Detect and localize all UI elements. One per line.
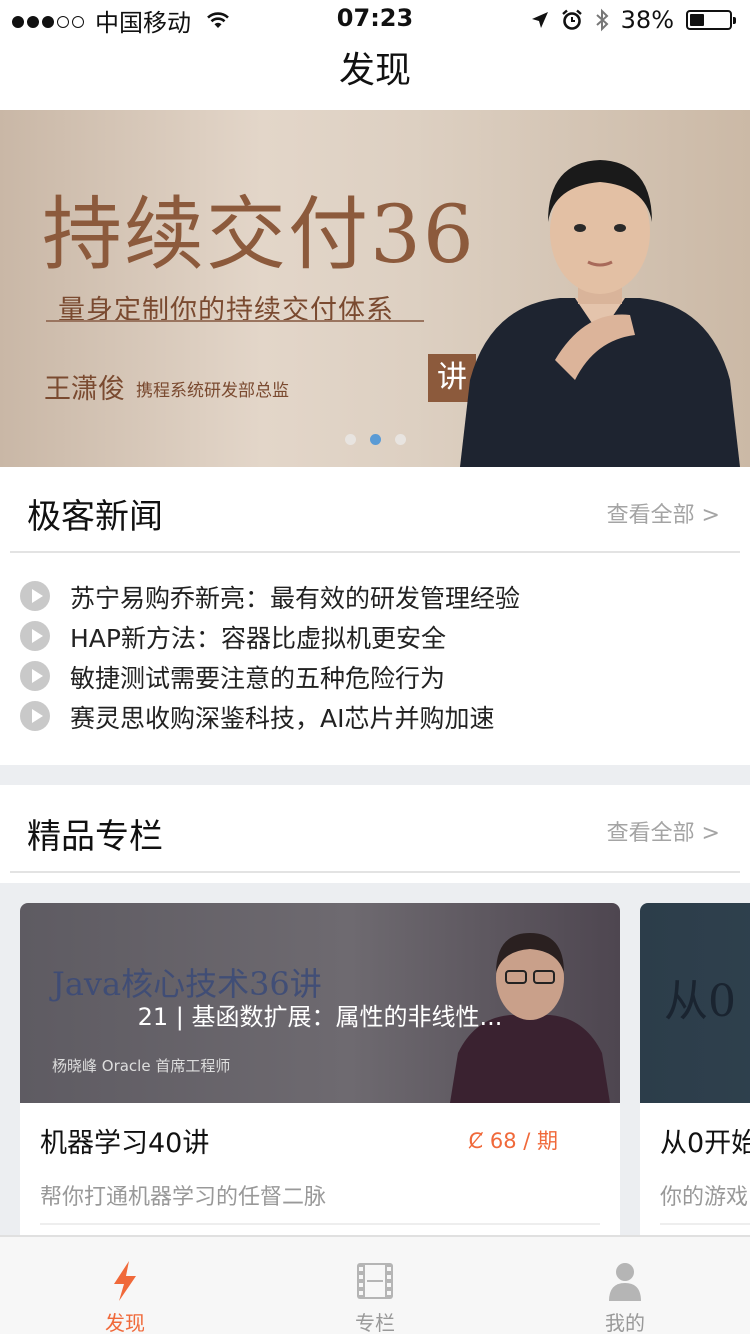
tab-columns[interactable]: 专栏 [250,1237,500,1334]
tab-label: 专栏 [355,1311,395,1334]
news-item-text: 苏宁易购乔新亮：最有效的研发管理经验 [70,584,521,613]
battery-icon [686,10,736,30]
column-card[interactable]: 从0 从0开始 你的游戏 [640,903,750,1235]
play-icon [20,661,50,691]
column-name: 从0开始 [660,1128,750,1159]
column-cover-image: 从0 [640,903,750,1103]
news-title: 极客新闻 [27,497,163,537]
tab-mine[interactable]: 我的 [500,1237,750,1334]
film-icon [357,1263,393,1299]
alarm-icon [561,9,582,30]
premium-columns-section: 精品专栏 查看全部 > [0,785,750,883]
status-right: 38% [519,6,736,34]
banner-title: 持续交付36 [42,188,476,281]
geek-news-section: 极客新闻 查看全部 > 苏宁易购乔新亮：最有效的研发管理经验 HAP新方法：容器… [0,467,750,765]
tab-bar: 发现 专栏 我的 [0,1235,750,1334]
tab-label: 发现 [105,1311,145,1334]
play-icon [20,621,50,651]
signal-icon [12,6,87,34]
news-item[interactable]: HAP新方法：容器比虚拟机更安全 [0,617,750,657]
wifi-icon [207,12,229,28]
card-divider [660,1223,750,1225]
location-icon [531,12,548,28]
carousel-dot[interactable] [394,434,406,445]
news-view-all-link[interactable]: 查看全部 > [607,497,720,529]
column-name: 机器学习40讲 [40,1128,210,1159]
news-header: 极客新闻 查看全部 > [10,467,740,553]
status-bar: 中国移动 07:23 38% [0,0,750,40]
cover-title: 从0 [664,976,736,1027]
banner-author: 王潇俊 [44,374,125,405]
nav-bar: 发现 [0,40,750,110]
tab-discover[interactable]: 发现 [0,1237,250,1334]
columns-header: 精品专栏 查看全部 > [10,785,740,873]
status-left: 中国移动 [12,6,231,37]
lesson-title-overlay: 21 | 基函数扩展：属性的非线性... [137,1003,503,1031]
columns-view-all-link[interactable]: 查看全部 > [607,815,720,847]
bluetooth-icon [595,8,609,32]
news-item[interactable]: 赛灵思收购深鉴科技，AI芯片并购加速 [0,697,750,737]
column-cover-image: Java核心技术36讲 杨晓峰 Oracle 首席工程师 21 | 基函数扩展：… [20,903,620,1103]
banner-divider [46,320,424,322]
column-card-carousel[interactable]: Java核心技术36讲 杨晓峰 Oracle 首席工程师 21 | 基函数扩展：… [0,883,750,1235]
carrier-label: 中国移动 [95,8,191,37]
columns-title: 精品专栏 [27,817,163,857]
play-icon [20,581,50,611]
news-item[interactable]: 敏捷测试需要注意的五种危险行为 [0,657,750,697]
page-title: 发现 [338,50,411,91]
person-icon [609,1263,641,1301]
lightning-icon [114,1261,136,1301]
banner-carousel[interactable]: 持续交付36 讲 量身定制你的持续交付体系 王潇俊 携程系统研发部总监 [0,110,750,467]
battery-percent: 38% [620,6,674,34]
carousel-indicators[interactable] [0,430,750,449]
card-divider [40,1223,600,1225]
banner-person-image [460,160,740,467]
column-description: 帮你打通机器学习的任督二脉 [40,1185,327,1210]
news-item-text: 敏捷测试需要注意的五种危险行为 [70,664,446,693]
tab-label: 我的 [605,1311,645,1334]
column-card[interactable]: Java核心技术36讲 杨晓峰 Oracle 首席工程师 21 | 基函数扩展：… [20,903,620,1235]
banner-role: 携程系统研发部总监 [136,381,289,401]
carousel-dot[interactable] [344,434,356,445]
carousel-dot[interactable] [369,434,381,445]
news-item-text: 赛灵思收购深鉴科技，AI芯片并购加速 [70,704,495,733]
play-icon [20,701,50,731]
cover-author: 杨晓峰 Oracle 首席工程师 [52,1057,231,1075]
news-item-text: HAP新方法：容器比虚拟机更安全 [70,624,446,653]
column-price: Ȼ 68 / 期 [468,1129,559,1153]
news-item[interactable]: 苏宁易购乔新亮：最有效的研发管理经验 [0,577,750,617]
column-description: 你的游戏 [660,1185,749,1210]
